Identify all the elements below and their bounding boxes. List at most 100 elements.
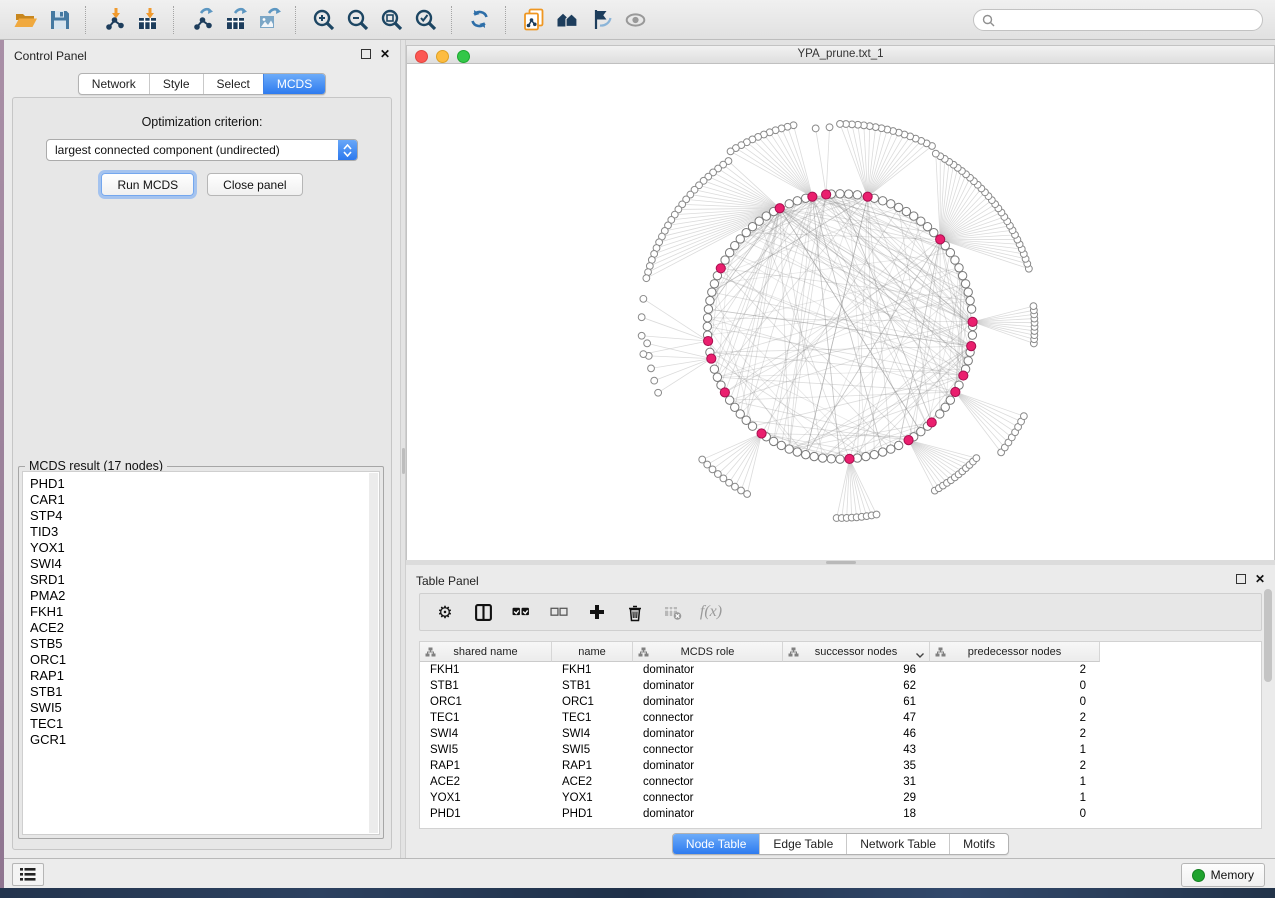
toolbar-separator xyxy=(505,6,507,34)
toolbar-separator xyxy=(295,6,297,34)
zoom-out-button[interactable] xyxy=(340,5,374,35)
refresh-button[interactable] xyxy=(462,5,496,35)
save-session-button[interactable] xyxy=(42,5,76,35)
table-cell: PHD1 xyxy=(420,806,552,822)
mcds-result-item[interactable]: GCR1 xyxy=(30,732,379,748)
table-cell: 1 xyxy=(930,742,1100,758)
unchecked-boxes-icon xyxy=(550,604,568,620)
hide-graphics-button[interactable] xyxy=(584,5,618,35)
table-row[interactable]: ACE2ACE2connector311 xyxy=(420,774,1261,790)
tab-mcds[interactable]: MCDS xyxy=(263,74,325,94)
network-window-titlebar[interactable]: YPA_prune.txt_1 xyxy=(407,46,1274,64)
column-header-name[interactable]: name xyxy=(552,642,633,662)
mcds-result-item[interactable]: SWI4 xyxy=(30,556,379,572)
tab-select[interactable]: Select xyxy=(203,74,263,94)
table-row[interactable]: SWI5SWI5connector431 xyxy=(420,742,1261,758)
mcds-result-item[interactable]: CAR1 xyxy=(30,492,379,508)
select-all-button[interactable] xyxy=(506,598,536,626)
table-cell: 2 xyxy=(930,758,1100,774)
tab-motifs[interactable]: Motifs xyxy=(949,834,1008,854)
close-panel-icon[interactable]: ✕ xyxy=(380,49,390,59)
mcds-result-item[interactable]: STB1 xyxy=(30,684,379,700)
float-panel-icon[interactable] xyxy=(361,49,371,59)
mcds-result-item[interactable]: TEC1 xyxy=(30,716,379,732)
create-column-button[interactable] xyxy=(582,598,612,626)
column-header-MCDS-role[interactable]: MCDS role xyxy=(633,642,783,662)
table-row[interactable]: RAP1RAP1dominator352 xyxy=(420,758,1261,774)
tab-style[interactable]: Style xyxy=(149,74,203,94)
import-network-button[interactable] xyxy=(96,5,130,35)
mcds-result-item[interactable]: PHD1 xyxy=(30,476,379,492)
table-row[interactable]: TEC1TEC1connector472 xyxy=(420,710,1261,726)
mcds-result-item[interactable]: RAP1 xyxy=(30,668,379,684)
open-session-icon xyxy=(13,7,38,32)
mcds-result-item[interactable]: ACE2 xyxy=(30,620,379,636)
mcds-result-item[interactable]: FKH1 xyxy=(30,604,379,620)
delete-column-button[interactable] xyxy=(620,598,650,626)
table-row[interactable]: ORC1ORC1dominator610 xyxy=(420,694,1261,710)
function-builder-button[interactable]: f(x) xyxy=(696,598,726,626)
table-cell: 1 xyxy=(930,790,1100,806)
criterion-select[interactable]: largest connected component (undirected) xyxy=(46,139,358,161)
column-header-successor-nodes[interactable]: successor nodes xyxy=(783,642,930,662)
delete-table-button[interactable] xyxy=(658,598,688,626)
open-session-button[interactable] xyxy=(8,5,42,35)
table-row[interactable]: FKH1FKH1dominator962 xyxy=(420,662,1261,678)
refresh-icon xyxy=(467,7,492,32)
show-columns-button[interactable] xyxy=(468,598,498,626)
tab-network[interactable]: Network xyxy=(79,74,149,94)
mcds-result-item[interactable]: YOX1 xyxy=(30,540,379,556)
export-table-button[interactable] xyxy=(218,5,252,35)
table-row[interactable]: PHD1PHD1dominator180 xyxy=(420,806,1261,822)
export-image-button[interactable] xyxy=(252,5,286,35)
float-table-panel-icon[interactable] xyxy=(1236,574,1246,584)
show-graphics-button[interactable] xyxy=(618,5,652,35)
zoom-fit-button[interactable] xyxy=(374,5,408,35)
table-row[interactable]: SWI4SWI4dominator462 xyxy=(420,726,1261,742)
table-cell: 29 xyxy=(783,790,930,806)
table-settings-button[interactable]: ⚙ xyxy=(430,598,460,626)
delete-table-icon xyxy=(664,604,682,621)
clone-network-button[interactable] xyxy=(516,5,550,35)
zoom-in-button[interactable] xyxy=(306,5,340,35)
run-mcds-button[interactable]: Run MCDS xyxy=(101,173,194,196)
mcds-result-item[interactable]: STP4 xyxy=(30,508,379,524)
column-header-label: MCDS role xyxy=(681,646,735,658)
memory-button[interactable]: Memory xyxy=(1181,863,1265,887)
network-canvas[interactable] xyxy=(407,64,1274,560)
mcds-list-scrollbar[interactable] xyxy=(369,473,378,833)
minimize-window-button[interactable] xyxy=(436,50,449,63)
close-table-panel-icon[interactable]: ✕ xyxy=(1255,574,1265,584)
network-overview-button[interactable] xyxy=(550,5,584,35)
table-cell: 46 xyxy=(783,726,930,742)
task-history-button[interactable] xyxy=(12,863,44,886)
checked-boxes-icon xyxy=(512,604,530,620)
close-panel-button[interactable]: Close panel xyxy=(207,173,302,196)
maximize-window-button[interactable] xyxy=(457,50,470,63)
mcds-result-item[interactable]: TID3 xyxy=(30,524,379,540)
column-type-icon xyxy=(788,647,799,660)
table-row[interactable]: STB1STB1dominator620 xyxy=(420,678,1261,694)
close-window-button[interactable] xyxy=(415,50,428,63)
export-network-button[interactable] xyxy=(184,5,218,35)
tab-network-table[interactable]: Network Table xyxy=(846,834,949,854)
table-cell: 61 xyxy=(783,694,930,710)
column-header-predecessor-nodes[interactable]: predecessor nodes xyxy=(930,642,1100,662)
table-scrollbar-thumb[interactable] xyxy=(1264,589,1272,682)
optimization-criterion-label: Optimization criterion: xyxy=(13,115,391,129)
search-input[interactable] xyxy=(995,10,1262,30)
mcds-result-item[interactable]: PMA2 xyxy=(30,588,379,604)
tab-edge-table[interactable]: Edge Table xyxy=(759,834,846,854)
mcds-result-item[interactable]: ORC1 xyxy=(30,652,379,668)
mcds-result-item[interactable]: SWI5 xyxy=(30,700,379,716)
deselect-all-button[interactable] xyxy=(544,598,574,626)
table-row[interactable]: YOX1YOX1connector291 xyxy=(420,790,1261,806)
zoom-fit-icon xyxy=(379,7,404,32)
tab-node-table[interactable]: Node Table xyxy=(673,834,760,854)
mcds-result-item[interactable]: SRD1 xyxy=(30,572,379,588)
column-header-shared-name[interactable]: shared name xyxy=(420,642,552,662)
import-table-button[interactable] xyxy=(130,5,164,35)
zoom-selected-button[interactable] xyxy=(408,5,442,35)
toolbar-separator xyxy=(85,6,87,34)
mcds-result-item[interactable]: STB5 xyxy=(30,636,379,652)
